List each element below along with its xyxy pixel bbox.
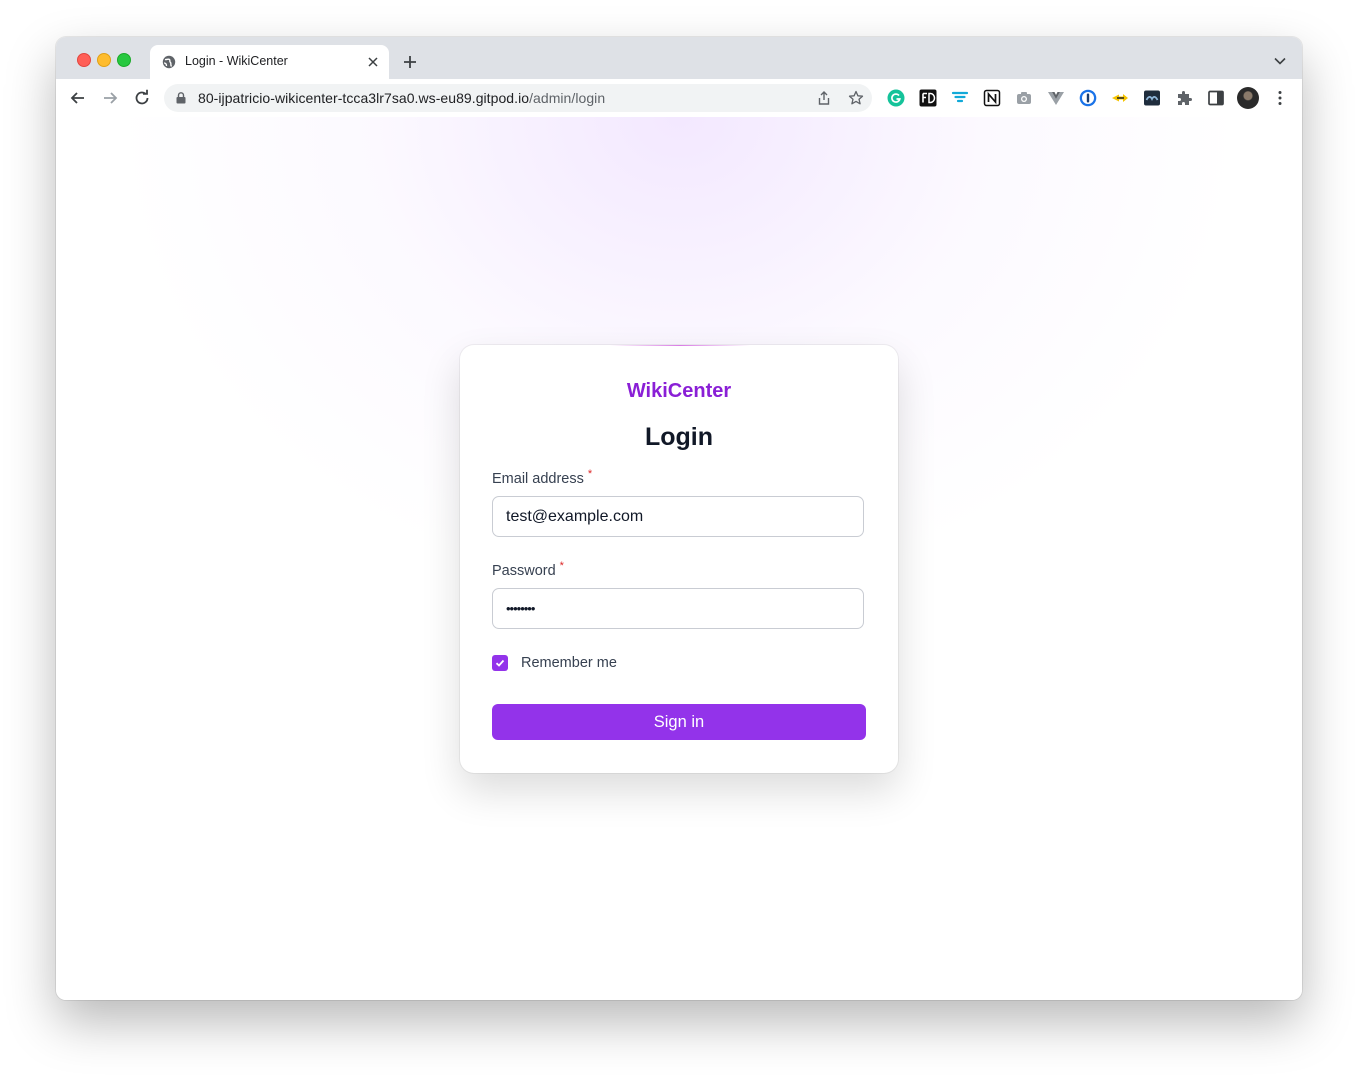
bookmark-star-icon[interactable] (848, 90, 864, 106)
filter-icon[interactable] (951, 89, 969, 107)
active-tab[interactable]: Login - WikiCenter (150, 45, 389, 79)
kebab-menu-icon[interactable] (1275, 90, 1285, 106)
email-field[interactable]: test@example.com (492, 496, 864, 537)
checkmark-icon (495, 659, 505, 667)
close-tab-icon[interactable] (367, 56, 379, 68)
url-path: /admin/login (529, 90, 606, 106)
tab-title: Login - WikiCenter (185, 54, 288, 68)
card-accent-line (610, 345, 750, 346)
profile-avatar[interactable] (1237, 87, 1259, 109)
camera-icon[interactable] (1015, 89, 1033, 107)
sign-in-button[interactable]: Sign in (492, 704, 866, 740)
close-window-button[interactable] (77, 53, 91, 67)
globe-icon (162, 55, 176, 69)
grammarly-icon[interactable] (887, 89, 905, 107)
page-content: WikiCenter Login Email address * test@exa… (56, 117, 1302, 1000)
remember-me-label[interactable]: Remember me (521, 655, 617, 671)
password-value: •••••••• (506, 601, 535, 616)
remember-me-checkbox[interactable] (492, 655, 508, 671)
lock-icon[interactable] (176, 92, 186, 104)
url-host: 80-ijpatricio-wikicenter-tcca3lr7sa0.ws-… (198, 90, 530, 106)
side-panel-icon[interactable] (1207, 89, 1225, 107)
browser-toolbar: 80-ijpatricio-wikicenter-tcca3lr7sa0.ws-… (56, 79, 1302, 118)
required-marker: * (587, 468, 593, 480)
password-field[interactable]: •••••••• (492, 588, 864, 629)
vue-devtools-icon[interactable] (1047, 89, 1065, 107)
new-tab-icon[interactable] (403, 55, 417, 69)
forward-arrow-icon[interactable] (101, 89, 119, 107)
back-arrow-icon[interactable] (69, 89, 87, 107)
minimize-window-button[interactable] (97, 53, 111, 67)
email-label-text: Email address (492, 471, 584, 487)
email-label: Email address * (492, 468, 593, 487)
email-value: test@example.com (506, 508, 644, 525)
monitor-icon[interactable] (1143, 89, 1161, 107)
required-marker: * (559, 560, 564, 572)
onepassword-icon[interactable] (1079, 89, 1097, 107)
reload-icon[interactable] (133, 89, 151, 107)
brand-logo: WikiCenter (626, 380, 732, 402)
url-text: 80-ijpatricio-wikicenter-tcca3lr7sa0.ws-… (198, 90, 605, 106)
page-title: Login (644, 423, 714, 451)
notion-icon[interactable] (983, 89, 1001, 107)
browser-window: Login - WikiCenter 80-ijpatricio-wikicen… (56, 37, 1302, 1000)
chevron-down-icon[interactable] (1274, 57, 1286, 65)
address-bar[interactable]: 80-ijpatricio-wikicenter-tcca3lr7sa0.ws-… (164, 84, 872, 112)
share-icon[interactable] (816, 90, 832, 106)
tab-strip: Login - WikiCenter (56, 37, 1302, 79)
maximize-window-button[interactable] (117, 53, 131, 67)
login-card: WikiCenter Login Email address * test@exa… (460, 345, 898, 773)
password-label-text: Password (492, 563, 556, 579)
password-label: Password * (492, 560, 564, 579)
puzzle-icon[interactable] (1175, 89, 1193, 107)
fd-icon[interactable] (919, 89, 937, 107)
arrow-extension-icon[interactable] (1111, 89, 1129, 107)
